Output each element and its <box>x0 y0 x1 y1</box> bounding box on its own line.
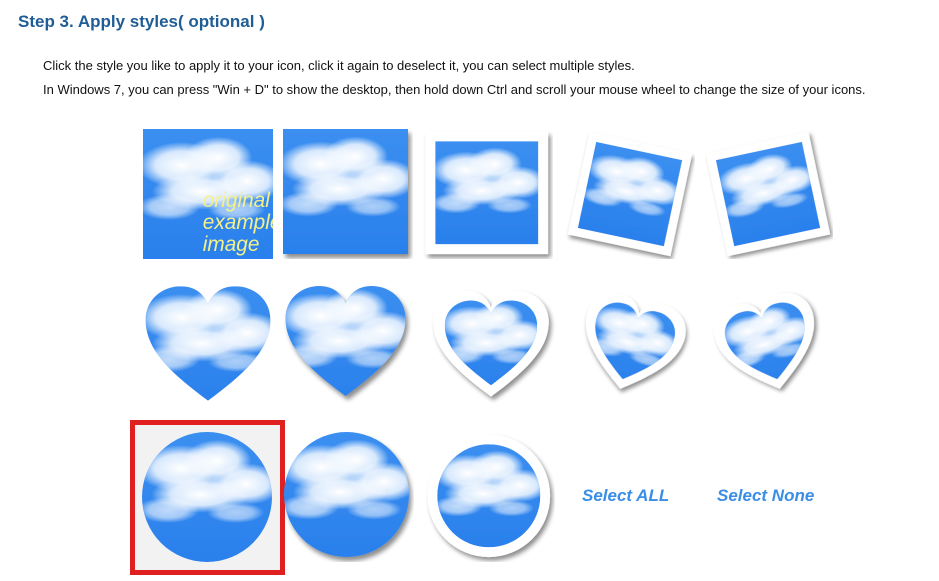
heart-frame-rotated-left-icon <box>583 293 686 389</box>
heart-frame-rotated-right-icon <box>714 293 817 389</box>
caption-line-3: image <box>203 233 260 256</box>
style-square-original[interactable]: original example image <box>143 129 273 259</box>
square-shadow-icon <box>283 129 408 254</box>
select-none-link[interactable]: Select None <box>717 486 814 506</box>
square-frame-rotated-right-icon <box>705 131 831 257</box>
style-heart-shadow[interactable] <box>283 281 413 411</box>
circle-frame-icon <box>427 434 551 558</box>
caption-line-2: example <box>203 211 273 234</box>
style-circle-frame[interactable] <box>425 432 555 562</box>
step-title: Step 3. Apply styles( optional ) <box>18 12 265 31</box>
style-square-frame-rotated-right[interactable] <box>703 129 833 259</box>
style-circle-plain-selected[interactable] <box>130 420 285 575</box>
square-frame-rotated-left-icon <box>567 131 693 257</box>
heart-shadow-icon <box>285 286 406 396</box>
caption-line-1: original <box>203 189 271 212</box>
instruction-line-1: Click the style you like to apply it to … <box>43 58 635 73</box>
style-square-shadow[interactable] <box>283 129 413 259</box>
style-square-frame[interactable] <box>423 129 553 259</box>
style-heart-frame-rotated-right[interactable] <box>704 281 834 411</box>
instruction-line-2: In Windows 7, you can press "Win + D" to… <box>43 82 866 97</box>
select-all-link[interactable]: Select ALL <box>582 486 669 506</box>
circle-shadow-icon <box>284 432 409 557</box>
square-original-icon: original example image <box>143 129 273 259</box>
square-frame-icon <box>425 131 549 255</box>
style-heart-frame[interactable] <box>426 281 556 411</box>
heart-frame-icon <box>433 290 549 397</box>
style-heart-plain[interactable] <box>143 281 273 411</box>
heart-plain-icon <box>145 286 271 401</box>
style-heart-frame-rotated-left[interactable] <box>566 281 696 411</box>
circle-plain-icon <box>142 432 272 562</box>
style-square-frame-rotated-left[interactable] <box>565 129 695 259</box>
style-circle-shadow[interactable] <box>284 432 414 562</box>
